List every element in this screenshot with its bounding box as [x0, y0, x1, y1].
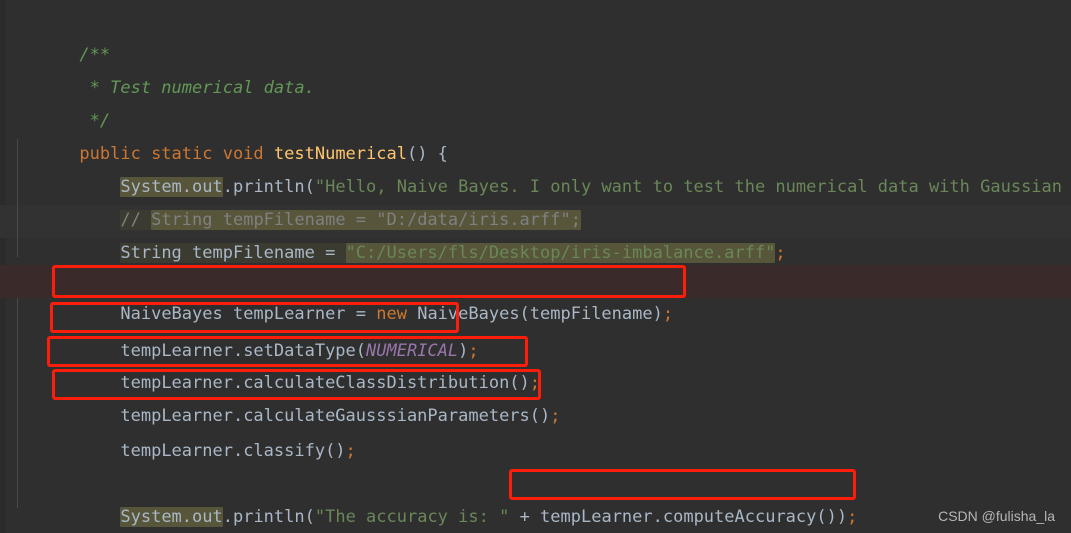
- gaussian-parameters-semicolon: ;: [550, 406, 561, 426]
- javadoc-body: * Test numerical data.: [79, 78, 315, 98]
- code-line-13-classify: tempLearner.classify();: [18, 402, 355, 461]
- code-line-15-println-accuracy: System.out.println("The accuracy is: " +…: [18, 468, 857, 527]
- code-line-2: * Test numerical data.: [18, 39, 315, 98]
- accuracy-string-literal: "The accuracy is: ": [314, 507, 510, 527]
- code-line-11-class-distribution: tempLearner.calculateClassDistribution()…: [18, 334, 540, 393]
- filename-string-literal: "C:/Users/fls/Desktop/iris-imbalance.arf…: [345, 243, 776, 263]
- string-declaration: String tempFilename =: [120, 243, 346, 263]
- classify-semicolon: ;: [345, 441, 356, 461]
- filename-semicolon: ;: [775, 243, 786, 263]
- code-editor-screenshot: /** * Test numerical data. */ public sta…: [0, 0, 1071, 533]
- code-line-10-setdatatype: tempLearner.setDataType(NUMERICAL);: [18, 302, 478, 361]
- code-line-3: */: [18, 72, 110, 131]
- code-line-1: /**: [18, 6, 110, 65]
- code-line-6-commented-filename: // String tempFilename = "D:/data/iris.a…: [18, 171, 581, 230]
- compute-accuracy-call: tempLearner.computeAccuracy()): [540, 507, 848, 527]
- code-line-4-method-signature: public static void testNumerical() {: [18, 105, 448, 164]
- code-line-7-filename-decl: String tempFilename = "C:/Users/fls/Desk…: [18, 204, 786, 263]
- code-line-5-println-hello: System.out.println("Hello, Naive Bayes. …: [18, 138, 1062, 197]
- code-line-12-gaussian-parameters: tempLearner.calculateGausssianParameters…: [18, 367, 560, 426]
- csdn-watermark: CSDN @fulisha_la: [938, 508, 1055, 524]
- code-line-16-closing-brace: }: [18, 501, 90, 533]
- println-call-2: .println(: [222, 507, 315, 527]
- classify-call: tempLearner.classify(): [120, 441, 346, 461]
- editor-surface[interactable]: /** * Test numerical data. */ public sta…: [0, 0, 1071, 533]
- accuracy-semicolon: ;: [847, 507, 858, 527]
- ctor-semicolon: ;: [662, 304, 674, 324]
- concat-operator: +: [509, 507, 541, 527]
- system-out-token-2: System.out: [120, 507, 223, 527]
- code-line-9-naivebayes-ctor: NaiveBayes tempLearner = new NaiveBayes(…: [18, 265, 673, 324]
